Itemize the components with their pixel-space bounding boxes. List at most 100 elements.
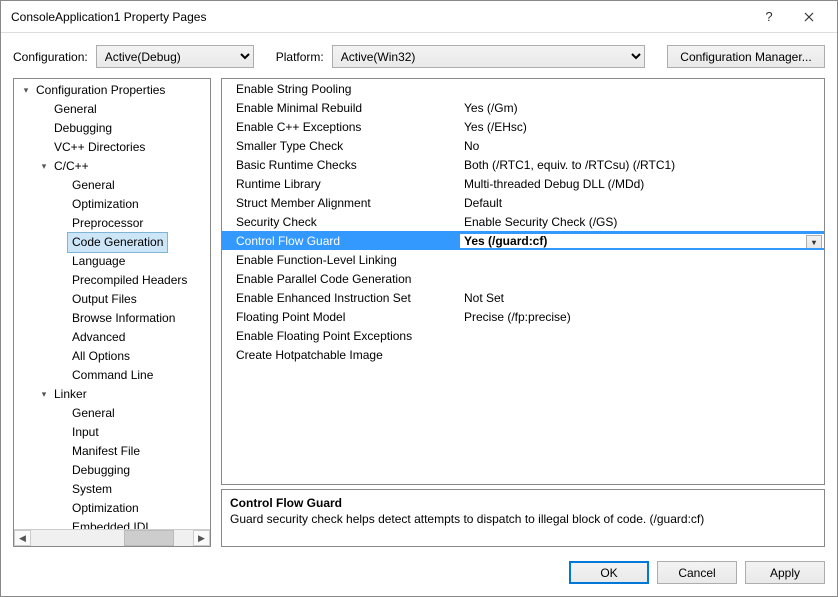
property-name: Enable Function-Level Linking	[222, 253, 460, 267]
property-name: Enable C++ Exceptions	[222, 120, 460, 134]
property-name: Enable Enhanced Instruction Set	[222, 291, 460, 305]
tree-item-label: Output Files	[68, 290, 141, 309]
property-value[interactable]: No	[460, 139, 824, 153]
property-row-selected[interactable]: Control Flow GuardYes (/guard:cf)▾	[222, 231, 824, 250]
tree-item-label: General	[50, 100, 101, 119]
tree-item[interactable]: Debugging	[14, 461, 210, 480]
property-row[interactable]: Enable Function-Level Linking	[222, 250, 824, 269]
property-row[interactable]: Security CheckEnable Security Check (/GS…	[222, 212, 824, 231]
close-button[interactable]	[789, 3, 829, 31]
tree-item[interactable]: General	[14, 176, 210, 195]
help-button[interactable]: ?	[749, 3, 789, 31]
property-row[interactable]: Enable C++ ExceptionsYes (/EHsc)	[222, 117, 824, 136]
property-value[interactable]: Yes (/guard:cf)▾	[460, 234, 824, 248]
expand-arrow-icon[interactable]: ▾	[38, 385, 50, 404]
tree-item-label: Input	[68, 423, 103, 442]
tree-item[interactable]: Optimization	[14, 195, 210, 214]
property-row[interactable]: Enable Enhanced Instruction Set Not Set	[222, 288, 824, 307]
tree-item[interactable]: System	[14, 480, 210, 499]
tree-item[interactable]: Language	[14, 252, 210, 271]
configuration-manager-button[interactable]: Configuration Manager...	[667, 45, 825, 68]
tree-item[interactable]: Browse Information	[14, 309, 210, 328]
ok-button[interactable]: OK	[569, 561, 649, 584]
tree-item[interactable]: Manifest File	[14, 442, 210, 461]
tree-item-label: General	[68, 404, 119, 423]
property-name: Smaller Type Check	[222, 139, 460, 153]
property-value[interactable]: Precise (/fp:precise)	[460, 310, 824, 324]
main-area: ▾Configuration PropertiesGeneralDebuggin…	[1, 78, 837, 551]
tree-item-label: General	[68, 176, 119, 195]
property-name: Enable String Pooling	[222, 82, 460, 96]
property-value[interactable]: Both (/RTC1, equiv. to /RTCsu) (/RTC1)	[460, 158, 824, 172]
scroll-right-icon[interactable]: ▶	[193, 530, 210, 546]
property-table: Enable String Pooling Enable Minimal Rebu…	[221, 78, 825, 485]
tree-item[interactable]: Input	[14, 423, 210, 442]
property-row[interactable]: Runtime LibraryMulti-threaded Debug DLL …	[222, 174, 824, 193]
property-row[interactable]: Enable Parallel Code Generation	[222, 269, 824, 288]
tree-item[interactable]: ▾C/C++	[14, 157, 210, 176]
tree-item[interactable]: Preprocessor	[14, 214, 210, 233]
tree-item[interactable]: VC++ Directories	[14, 138, 210, 157]
property-value-text: Not Set	[464, 291, 504, 305]
dropdown-icon[interactable]: ▾	[806, 235, 822, 248]
property-row[interactable]: Create Hotpatchable Image	[222, 345, 824, 364]
tree-item[interactable]: Precompiled Headers	[14, 271, 210, 290]
cancel-button[interactable]: Cancel	[657, 561, 737, 584]
apply-button[interactable]: Apply	[745, 561, 825, 584]
configuration-label: Configuration:	[13, 50, 88, 64]
property-name: Security Check	[222, 215, 460, 229]
property-row[interactable]: Enable Minimal RebuildYes (/Gm)	[222, 98, 824, 117]
nav-tree-scroll[interactable]: ▾Configuration PropertiesGeneralDebuggin…	[14, 79, 210, 529]
property-value-text: Yes (/Gm)	[464, 101, 518, 115]
configuration-select[interactable]: Active(Debug)	[96, 45, 254, 68]
tree-item[interactable]: Advanced	[14, 328, 210, 347]
property-value[interactable]: Yes (/Gm)	[460, 101, 824, 115]
description-box: Control Flow Guard Guard security check …	[221, 489, 825, 547]
expand-arrow-icon[interactable]: ▾	[38, 157, 50, 176]
property-scroll[interactable]: Enable String Pooling Enable Minimal Rebu…	[222, 79, 824, 484]
nav-tree-hscroll[interactable]: ◀ ▶	[14, 529, 210, 546]
tree-item[interactable]: Debugging	[14, 119, 210, 138]
property-row[interactable]: Smaller Type CheckNo	[222, 136, 824, 155]
property-value-text: Precise (/fp:precise)	[464, 310, 571, 324]
property-name: Create Hotpatchable Image	[222, 348, 460, 362]
property-row[interactable]: Struct Member Alignment Default	[222, 193, 824, 212]
tree-item-label: Configuration Properties	[32, 81, 169, 100]
property-name: Struct Member Alignment	[222, 196, 460, 210]
property-value[interactable]: Not Set	[460, 291, 824, 305]
property-value-text: Default	[464, 196, 502, 210]
tree-item[interactable]: ▾Configuration Properties	[14, 81, 210, 100]
property-row[interactable]: Enable Floating Point Exceptions	[222, 326, 824, 345]
tree-item[interactable]: Embedded IDL	[14, 518, 210, 529]
property-value[interactable]: Yes (/EHsc)	[460, 120, 824, 134]
tree-item[interactable]: General	[14, 404, 210, 423]
property-row[interactable]: Floating Point ModelPrecise (/fp:precise…	[222, 307, 824, 326]
expand-arrow-icon[interactable]: ▾	[20, 81, 32, 100]
tree-item-label: Command Line	[68, 366, 157, 385]
tree-item[interactable]: Output Files	[14, 290, 210, 309]
tree-item-label: Optimization	[68, 499, 143, 518]
tree-item-selected[interactable]: Code Generation	[14, 233, 210, 252]
close-icon	[804, 12, 814, 22]
property-name: Control Flow Guard	[222, 234, 460, 248]
property-value[interactable]: Multi-threaded Debug DLL (/MDd)	[460, 177, 824, 191]
window-title: ConsoleApplication1 Property Pages	[11, 10, 749, 24]
tree-item-label: Code Generation	[68, 233, 167, 252]
tree-item[interactable]: Optimization	[14, 499, 210, 518]
tree-item-label: Embedded IDL	[68, 518, 156, 529]
platform-select[interactable]: Active(Win32)	[332, 45, 645, 68]
tree-item-label: Preprocessor	[68, 214, 147, 233]
tree-item-label: Advanced	[68, 328, 129, 347]
nav-tree: ▾Configuration PropertiesGeneralDebuggin…	[13, 78, 211, 547]
property-value[interactable]: Default	[460, 196, 824, 210]
tree-item[interactable]: Command Line	[14, 366, 210, 385]
scroll-thumb[interactable]	[124, 530, 174, 546]
tree-item[interactable]: General	[14, 100, 210, 119]
scroll-left-icon[interactable]: ◀	[14, 530, 31, 546]
property-row[interactable]: Basic Runtime ChecksBoth (/RTC1, equiv. …	[222, 155, 824, 174]
tree-item[interactable]: All Options	[14, 347, 210, 366]
property-value[interactable]: Enable Security Check (/GS)	[460, 215, 824, 229]
tree-item-label: C/C++	[50, 157, 93, 176]
tree-item[interactable]: ▾Linker	[14, 385, 210, 404]
property-row[interactable]: Enable String Pooling	[222, 79, 824, 98]
